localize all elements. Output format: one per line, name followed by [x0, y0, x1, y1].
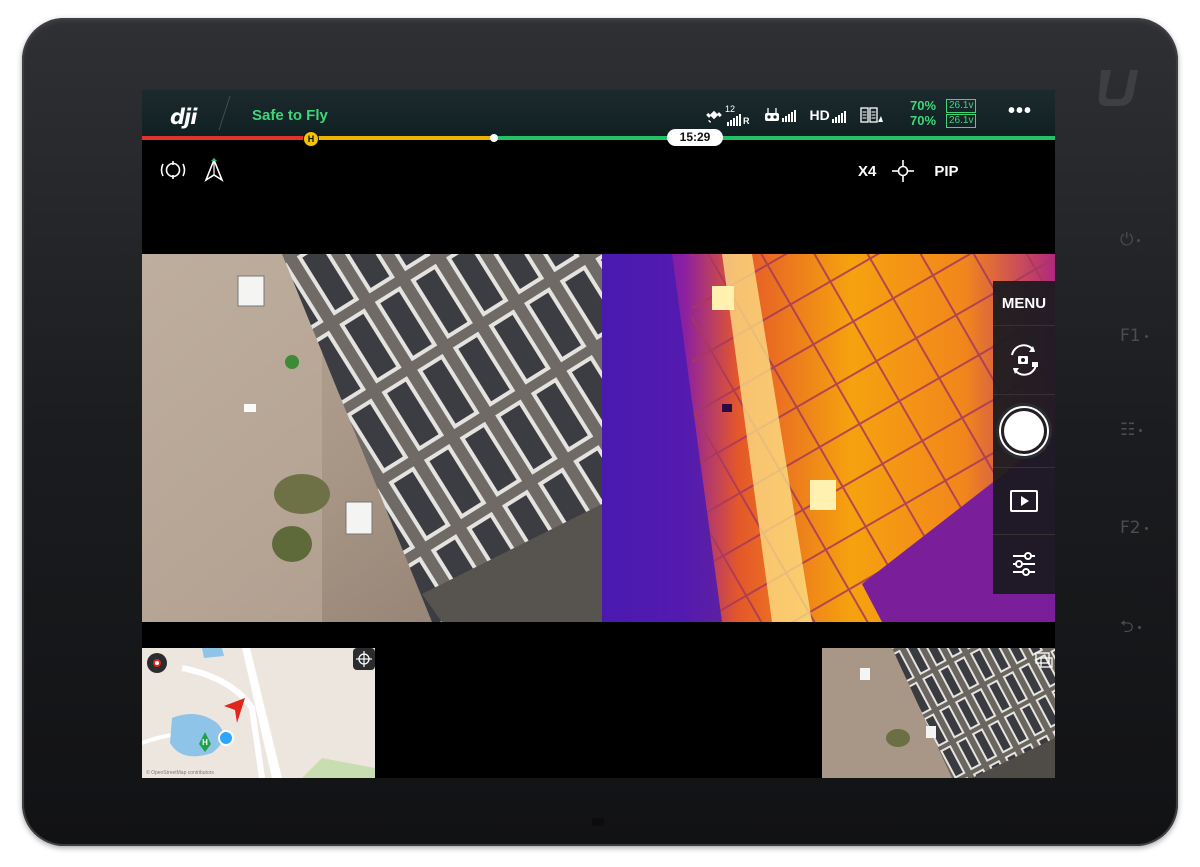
battery-1-percent: 70%	[910, 98, 937, 113]
dual-battery-icon[interactable]	[860, 106, 884, 124]
playback-button[interactable]	[993, 468, 1055, 535]
visual-camera-feed[interactable]	[142, 254, 602, 622]
rc-signal-label: R	[743, 115, 750, 126]
satellite-count: 12	[725, 103, 736, 114]
logo-divider	[218, 96, 231, 130]
crosshair-icon[interactable]	[892, 160, 915, 182]
dji-logo: dji	[170, 105, 197, 129]
remote-controller-icon	[764, 108, 779, 121]
home-point-marker: H	[303, 131, 319, 147]
camera-settings-button[interactable]	[993, 535, 1055, 593]
top-status-bar: dji Safe to Fly 12 R HD 70% 26.1v 70% 26…	[142, 90, 1055, 136]
pip-toggle[interactable]: PIP	[934, 163, 958, 180]
gps-status[interactable]: 12 R	[706, 103, 750, 126]
compass-icon[interactable]	[146, 652, 168, 674]
satellite-icon	[706, 110, 722, 123]
battery-status[interactable]: 70% 26.1v 70% 26.1v	[910, 98, 977, 128]
mini-map[interactable]: H © OpenStreetMap contributors	[142, 648, 375, 778]
f1-button[interactable]: F1	[1120, 326, 1148, 346]
progress-green-segment	[494, 136, 1055, 140]
progress-red-segment	[142, 136, 310, 140]
play-icon	[1010, 490, 1038, 512]
battery-2-percent: 70%	[910, 113, 937, 128]
hd-link-status[interactable]: HD	[810, 107, 846, 123]
map-icon: H © OpenStreetMap contributors	[142, 648, 375, 778]
rc-signal-bars	[781, 110, 796, 122]
shutter-icon	[999, 406, 1049, 456]
battery-1-voltage: 26.1v	[946, 98, 977, 113]
aircraft-attitude-icon[interactable]	[204, 158, 224, 182]
menu-button[interactable]: MENU	[993, 281, 1055, 326]
flight-status-text[interactable]: Safe to Fly	[252, 107, 328, 124]
app-screen: dji Safe to Fly 12 R HD 70% 26.1v 70% 26…	[142, 90, 1055, 778]
signal-indicators[interactable]: 12 R HD	[706, 102, 884, 128]
shutter-button[interactable]	[993, 395, 1055, 468]
zoom-level[interactable]: X4	[858, 163, 876, 180]
battery-row-2: 70% 26.1v	[910, 113, 977, 128]
battery-row-1: 70% 26.1v	[910, 98, 977, 113]
camera-switch-icon	[1011, 344, 1038, 376]
hd-signal-bars	[831, 111, 846, 123]
power-button[interactable]: ⏻	[1120, 230, 1141, 250]
gps-signal-bars	[727, 113, 741, 126]
camera-top-controls: X4 PIP	[858, 160, 959, 182]
status-led	[592, 818, 604, 826]
sliders-icon	[1013, 552, 1035, 576]
f2-button[interactable]: F2	[1120, 518, 1148, 538]
map-attribution: © OpenStreetMap contributors	[146, 769, 214, 776]
map-home-label: H	[202, 738, 208, 747]
more-options-button[interactable]: •••	[1008, 100, 1032, 123]
brand-u-logo	[1098, 70, 1138, 106]
back-button[interactable]: ⮌	[1120, 614, 1141, 643]
flight-assist-controls	[160, 158, 224, 182]
progress-yellow-segment	[310, 136, 494, 140]
rc-status[interactable]	[764, 108, 796, 122]
rth-threshold-marker	[490, 134, 498, 142]
vision-positioning-icon[interactable]	[160, 159, 186, 181]
pip-switch-icon[interactable]	[1035, 652, 1053, 668]
battery-2-voltage: 26.1v	[946, 113, 977, 128]
thermal-camera-feed[interactable]	[602, 254, 1055, 622]
battery-level-bar	[142, 136, 1055, 140]
camera-mode-switch-button[interactable]	[993, 326, 1055, 395]
pip-visual-preview	[822, 648, 1055, 778]
flight-time-remaining: 15:29	[667, 129, 723, 146]
map-locate-icon[interactable]	[353, 648, 375, 670]
hd-label: HD	[809, 107, 830, 123]
aircraft-location-dot	[218, 730, 234, 746]
pip-camera-feed[interactable]	[822, 648, 1055, 778]
camera-side-menu: MENU	[993, 281, 1055, 594]
custom-button[interactable]: ☷	[1120, 420, 1143, 440]
